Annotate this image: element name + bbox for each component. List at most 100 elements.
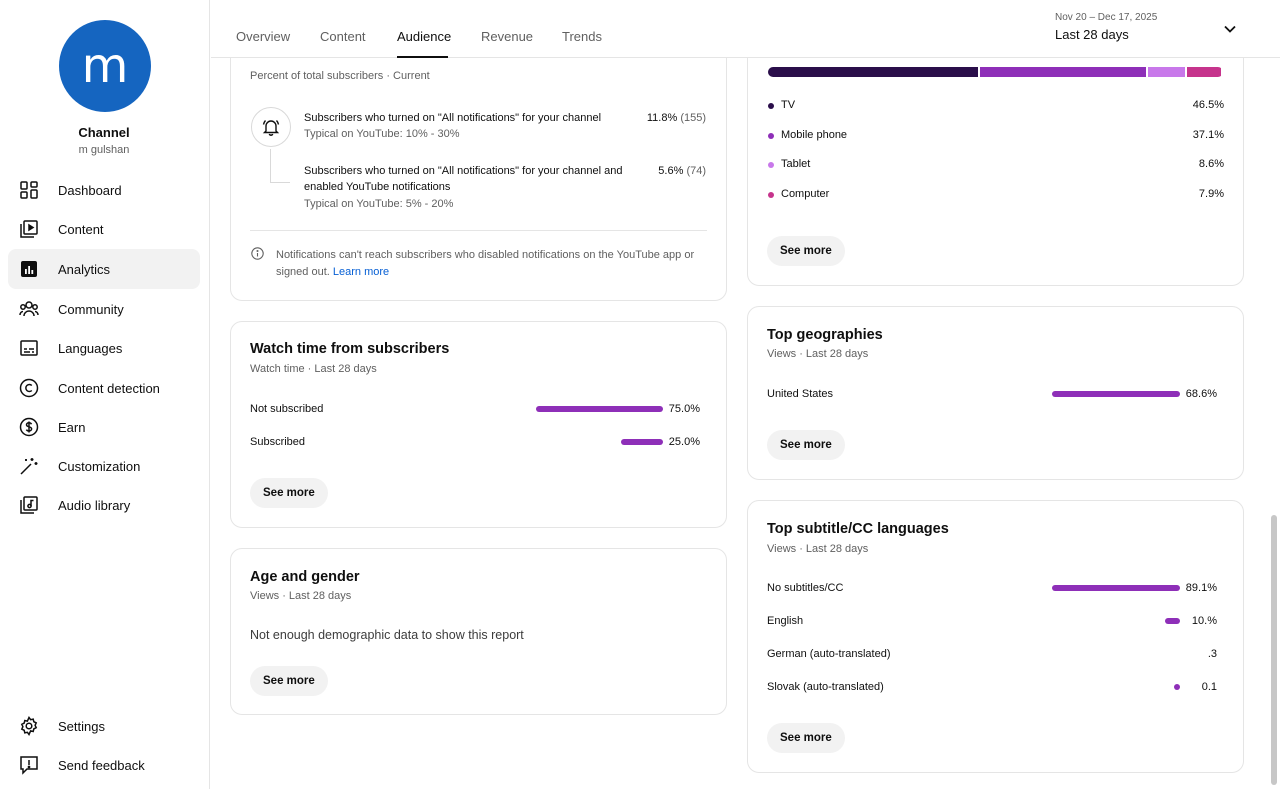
sidebar-item-label: Languages	[58, 340, 123, 356]
bell-note-line2-text: signed out.	[276, 266, 330, 278]
audio-library-icon	[18, 494, 40, 516]
legend-dot	[768, 103, 774, 109]
date-range-label[interactable]: Last 28 days	[1055, 27, 1129, 42]
device-value: 46.5%	[1192, 99, 1224, 111]
tab-revenue[interactable]: Revenue	[481, 29, 533, 44]
sidebar-item-analytics[interactable]: Analytics	[8, 249, 200, 289]
watch-row-label: Not subscribed	[250, 403, 324, 415]
sidebar-item-community[interactable]: Community	[8, 289, 200, 329]
sidebar-item-dashboard[interactable]: Dashboard	[8, 170, 200, 210]
magic-wand-icon	[18, 455, 40, 477]
learn-more-link[interactable]: Learn more	[333, 266, 389, 278]
device-value: 8.6%	[1198, 158, 1224, 170]
watch-bar	[535, 406, 663, 412]
tree-connector	[270, 149, 290, 183]
card-subtitle: Views · Last 28 days	[250, 590, 352, 602]
watch-row-label: Subscribed	[250, 436, 306, 448]
see-more-button[interactable]: See more	[250, 478, 328, 508]
device-value: 7.9%	[1198, 188, 1224, 200]
top-geographies-card: Top geographies Views · Last 28 days Uni…	[747, 306, 1244, 480]
top-header: Overview Content Audience Revenue Trends…	[211, 0, 1280, 58]
geo-bar	[1052, 391, 1180, 397]
see-more-button[interactable]: See more	[767, 236, 845, 266]
sidebar-item-audio-library[interactable]: Audio library	[8, 485, 200, 525]
lang-value: 0.1	[1201, 681, 1217, 693]
sidebar-item-earn[interactable]: Earn	[8, 407, 200, 447]
copyright-icon	[18, 377, 40, 399]
device-value: 37.1%	[1192, 129, 1224, 141]
sidebar-item-customization[interactable]: Customization	[8, 446, 200, 486]
sidebar-item-label: Customization	[58, 458, 141, 474]
card-title: Top geographies	[767, 327, 883, 343]
sidebar-item-languages[interactable]: Languages	[8, 328, 200, 368]
device-segment	[1148, 67, 1186, 77]
card-subtitle: Percent of total subscribers · Current	[250, 70, 430, 82]
lang-label: No subtitles/CC	[767, 582, 844, 594]
see-more-button[interactable]: See more	[767, 430, 845, 460]
empty-state-message: Not enough demographic data to show this…	[250, 628, 524, 642]
sidebar-item-settings[interactable]: Settings	[8, 706, 200, 746]
see-more-button[interactable]: See more	[250, 666, 328, 696]
see-more-button[interactable]: See more	[767, 723, 845, 753]
chevron-down-icon[interactable]	[1222, 21, 1238, 37]
card-title: Top subtitle/CC languages	[767, 521, 949, 537]
tab-overview[interactable]: Overview	[236, 29, 290, 44]
bell-row1-text: Subscribers who turned on "All notificat…	[304, 112, 602, 124]
scrollbar-thumb[interactable]	[1271, 515, 1277, 785]
content-icon	[18, 218, 40, 240]
dollar-icon	[18, 416, 40, 438]
device-label: Mobile phone	[781, 129, 848, 141]
bell-row2-text-line1: Subscribers who turned on "All notificat…	[304, 165, 623, 177]
device-label: Tablet	[781, 158, 811, 170]
tab-trends[interactable]: Trends	[562, 29, 602, 44]
sidebar-item-label: Analytics	[58, 261, 111, 277]
lang-label: English	[767, 615, 804, 627]
sidebar-item-send-feedback[interactable]: Send feedback	[8, 745, 200, 785]
bell-notifications-card: Percent of total subscribers · Current S…	[230, 20, 727, 301]
languages-icon	[18, 337, 40, 359]
lang-bar	[1174, 684, 1180, 690]
tab-content[interactable]: Content	[320, 29, 366, 44]
sidebar-item-label: Dashboard	[58, 182, 122, 198]
info-icon	[251, 247, 264, 260]
sidebar-item-label: Send feedback	[58, 757, 145, 773]
device-segment	[768, 67, 978, 77]
sidebar-item-label: Audio library	[58, 497, 131, 513]
analytics-icon	[18, 258, 40, 280]
channel-title: Channel	[78, 125, 130, 140]
active-tab-indicator	[397, 56, 448, 58]
bell-note-line2: signed out. Learn more	[276, 266, 389, 278]
date-range[interactable]: Nov 20 – Dec 17, 2025	[1055, 12, 1157, 23]
legend-dot	[768, 192, 774, 198]
card-subtitle: Views · Last 28 days	[767, 543, 869, 555]
gear-icon	[18, 715, 40, 737]
legend-dot	[768, 133, 774, 139]
bell-row2-typical: Typical on YouTube: 5% - 20%	[304, 198, 454, 210]
community-icon	[18, 298, 40, 320]
sidebar-item-content[interactable]: Content	[8, 209, 200, 249]
watch-time-card: Watch time from subscribers Watch time ·…	[230, 321, 727, 528]
divider	[250, 230, 707, 231]
geo-value: 68.6%	[1185, 388, 1217, 400]
sidebar: m Channel m gulshan Dashboard Content An…	[0, 0, 210, 789]
card-title: Age and gender	[250, 569, 360, 585]
sidebar-item-label: Community	[58, 301, 124, 317]
watch-row-value: 75.0%	[668, 403, 700, 415]
device-stacked-bar	[768, 67, 1223, 77]
watch-row-value: 25.0%	[668, 436, 700, 448]
avatar[interactable]: m	[59, 20, 151, 112]
bell-row2-value: 5.6%	[658, 165, 684, 177]
bell-row2-stat: 5.6% (74)	[658, 165, 706, 177]
dashboard-icon	[18, 179, 40, 201]
card-title: Watch time from subscribers	[250, 341, 450, 357]
bell-row1-typical: Typical on YouTube: 10% - 30%	[304, 128, 460, 140]
bell-row1-count: (155)	[680, 112, 706, 124]
lang-value: 89.1%	[1185, 582, 1217, 594]
card-subtitle: Watch time · Last 28 days	[250, 363, 377, 375]
device-label: TV	[781, 99, 796, 111]
bell-row2-text-line2: enabled YouTube notifications	[304, 181, 451, 193]
bell-icon	[251, 107, 291, 147]
tab-audience[interactable]: Audience	[397, 29, 451, 44]
device-segment	[979, 67, 1147, 77]
sidebar-item-content-detection[interactable]: Content detection	[8, 368, 200, 408]
